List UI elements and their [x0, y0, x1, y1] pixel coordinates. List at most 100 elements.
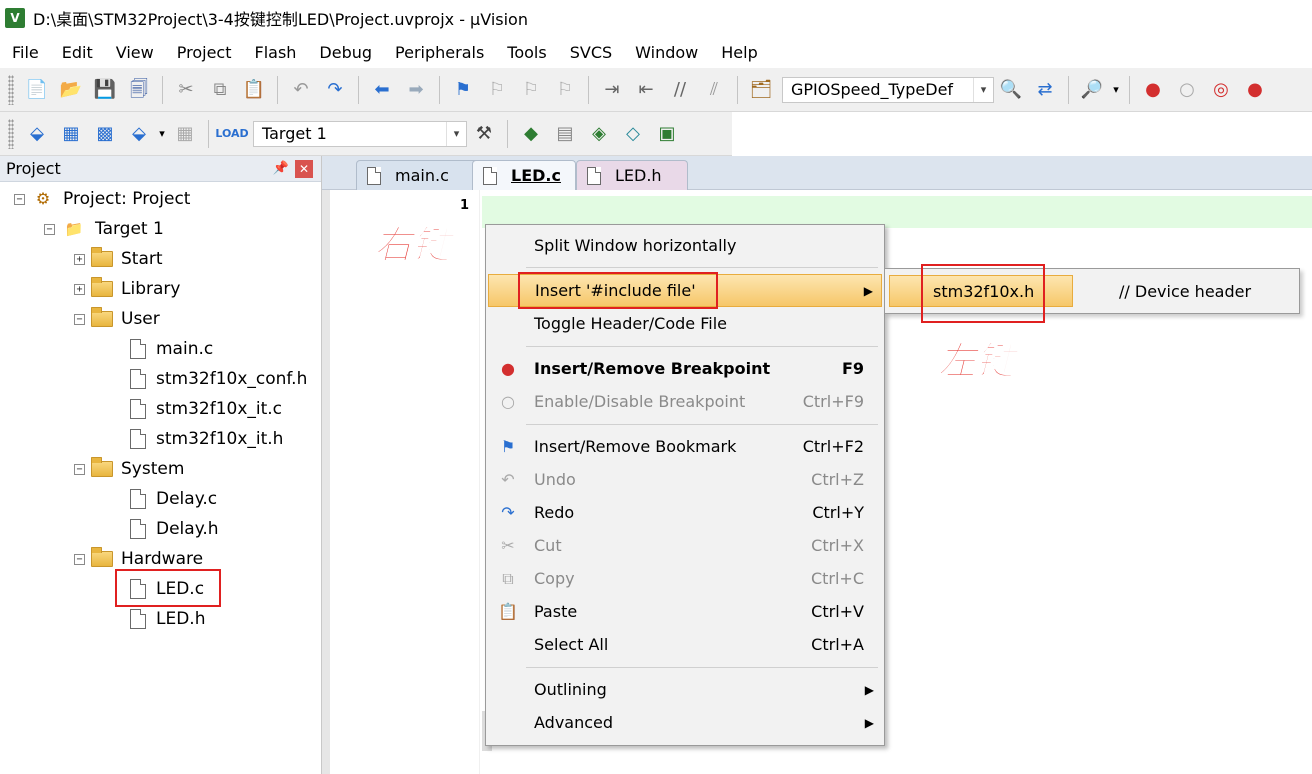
tree-node-target[interactable]: − 📁 Target 1: [0, 214, 321, 244]
expand-icon[interactable]: +: [74, 283, 85, 295]
tree-group-start[interactable]: + Start: [0, 244, 321, 274]
nav-back-icon[interactable]: ⬅: [368, 76, 396, 104]
menu-tools[interactable]: Tools: [495, 43, 557, 62]
bookmark-next-icon[interactable]: ⚐: [517, 76, 545, 104]
close-icon[interactable]: ✕: [295, 159, 313, 178]
menu-project[interactable]: Project: [165, 43, 243, 62]
tree-group-hardware[interactable]: − Hardware: [0, 544, 321, 574]
new-file-icon[interactable]: 📄: [23, 76, 51, 104]
menu-item-split-window[interactable]: Split Window horizontally: [488, 229, 882, 262]
tab-led-c[interactable]: LED.c: [472, 160, 576, 190]
tree-file[interactable]: LED.h: [0, 604, 321, 634]
paste-icon[interactable]: 📋: [240, 76, 268, 104]
menu-item-outlining[interactable]: Outlining ▶: [488, 673, 882, 706]
menu-help[interactable]: Help: [709, 43, 768, 62]
collapse-icon[interactable]: −: [74, 463, 85, 475]
menu-debug[interactable]: Debug: [307, 43, 383, 62]
tree-file[interactable]: stm32f10x_it.c: [0, 394, 321, 424]
build-icon[interactable]: ▦: [57, 120, 85, 148]
tree-node-project[interactable]: − ⚙ Project: Project: [0, 184, 321, 214]
indent-icon[interactable]: ⇥: [598, 76, 626, 104]
menu-item-copy[interactable]: ⧉ Copy Ctrl+C: [488, 562, 882, 595]
tab-led-h[interactable]: LED.h: [576, 160, 688, 190]
menu-item-redo[interactable]: ↷ Redo Ctrl+Y: [488, 496, 882, 529]
menu-window[interactable]: Window: [623, 43, 709, 62]
batch-build-icon[interactable]: ⬙: [125, 120, 153, 148]
download-icon[interactable]: LOAD: [215, 120, 248, 148]
menu-item-enable-breakpoint[interactable]: ○ Enable/Disable Breakpoint Ctrl+F9: [488, 385, 882, 418]
debug-session-icon[interactable]: 🔎: [1078, 76, 1106, 104]
tree-group-system[interactable]: − System: [0, 454, 321, 484]
chevron-down-icon[interactable]: ▾: [973, 77, 993, 102]
menu-item-advanced[interactable]: Advanced ▶: [488, 706, 882, 739]
menu-flash[interactable]: Flash: [242, 43, 307, 62]
unindent-icon[interactable]: ⇤: [632, 76, 660, 104]
breakpoint-kill-icon[interactable]: ◎: [1207, 76, 1235, 104]
collapse-icon[interactable]: −: [14, 193, 25, 205]
expand-icon[interactable]: +: [74, 253, 85, 265]
undo-icon[interactable]: ↶: [287, 76, 315, 104]
tree-group-library[interactable]: + Library: [0, 274, 321, 304]
copy-icon[interactable]: ⧉: [206, 76, 234, 104]
menu-peripherals[interactable]: Peripherals: [383, 43, 495, 62]
collapse-icon[interactable]: −: [74, 313, 85, 325]
chevron-down-icon[interactable]: ▾: [1109, 76, 1123, 104]
tree-file[interactable]: Delay.c: [0, 484, 321, 514]
comment-icon[interactable]: //: [666, 76, 694, 104]
menu-item-toggle-header[interactable]: Toggle Header/Code File: [488, 307, 882, 340]
incremental-find-icon[interactable]: ⇄: [1031, 76, 1059, 104]
find-icon[interactable]: 🔍: [997, 76, 1025, 104]
menu-view[interactable]: View: [104, 43, 165, 62]
tree-group-user[interactable]: − User: [0, 304, 321, 334]
target-combo[interactable]: Target 1 ▾: [253, 120, 467, 147]
select-packs-icon[interactable]: ▤: [551, 120, 579, 148]
cut-icon[interactable]: ✂: [172, 76, 200, 104]
redo-icon[interactable]: ↷: [321, 76, 349, 104]
collapse-icon[interactable]: −: [44, 223, 55, 235]
tree-file[interactable]: Delay.h: [0, 514, 321, 544]
breakpoint-disable-icon[interactable]: ○: [1173, 76, 1201, 104]
tree-file-led-c[interactable]: LED.c: [0, 574, 321, 604]
options-icon[interactable]: ⚒: [470, 120, 498, 148]
breakpoint-clear-icon[interactable]: ●: [1241, 76, 1269, 104]
menu-item-insert-include[interactable]: Insert '#include file' ▶: [488, 274, 882, 307]
pin-icon[interactable]: 📌: [271, 161, 291, 176]
tree-file[interactable]: stm32f10x_it.h: [0, 424, 321, 454]
translate-icon[interactable]: ⬙: [23, 120, 51, 148]
tree-file[interactable]: stm32f10x_conf.h: [0, 364, 321, 394]
tree-file[interactable]: main.c: [0, 334, 321, 364]
menu-item-insert-breakpoint[interactable]: ● Insert/Remove Breakpoint F9: [488, 352, 882, 385]
menu-item-paste[interactable]: 📋 Paste Ctrl+V: [488, 595, 882, 628]
toolbar-grip[interactable]: [8, 118, 14, 149]
menu-item-bookmark[interactable]: ⚑ Insert/Remove Bookmark Ctrl+F2: [488, 430, 882, 463]
save-all-icon[interactable]: 🗐: [125, 76, 153, 104]
pack-installer-icon[interactable]: ◈: [585, 120, 613, 148]
rte-icon[interactable]: ◇: [619, 120, 647, 148]
submenu-item-stm32f10x-h[interactable]: stm32f10x.h // Device header: [889, 275, 1295, 307]
pack-icon[interactable]: ▣: [653, 120, 681, 148]
save-icon[interactable]: 💾: [91, 76, 119, 104]
menu-file[interactable]: File: [0, 43, 50, 62]
uncomment-icon[interactable]: ⫽: [700, 76, 728, 104]
menu-item-undo[interactable]: ↶ Undo Ctrl+Z: [488, 463, 882, 496]
collapse-icon[interactable]: −: [74, 553, 85, 565]
find-in-files-icon[interactable]: 🗂: [747, 76, 775, 104]
chevron-down-icon[interactable]: ▾: [156, 120, 168, 148]
menu-edit[interactable]: Edit: [50, 43, 104, 62]
bookmark-clear-icon[interactable]: ⚐: [551, 76, 579, 104]
rebuild-icon[interactable]: ▩: [91, 120, 119, 148]
stop-build-icon[interactable]: ▦: [171, 120, 199, 148]
open-folder-icon[interactable]: 📂: [57, 76, 85, 104]
toolbar-grip[interactable]: [8, 74, 14, 105]
manage-components-icon[interactable]: ◆: [517, 120, 545, 148]
breakpoint-icon[interactable]: ●: [1139, 76, 1167, 104]
chevron-down-icon[interactable]: ▾: [446, 121, 466, 146]
nav-forward-icon[interactable]: ➡: [402, 76, 430, 104]
menu-item-select-all[interactable]: Select All Ctrl+A: [488, 628, 882, 661]
menu-svcs[interactable]: SVCS: [558, 43, 623, 62]
bookmark-prev-icon[interactable]: ⚐: [483, 76, 511, 104]
tab-main-c[interactable]: main.c: [356, 160, 482, 190]
menu-item-cut[interactable]: ✂ Cut Ctrl+X: [488, 529, 882, 562]
bookmark-icon[interactable]: ⚑: [449, 76, 477, 104]
find-combo[interactable]: GPIOSpeed_TypeDef ▾: [782, 76, 994, 103]
